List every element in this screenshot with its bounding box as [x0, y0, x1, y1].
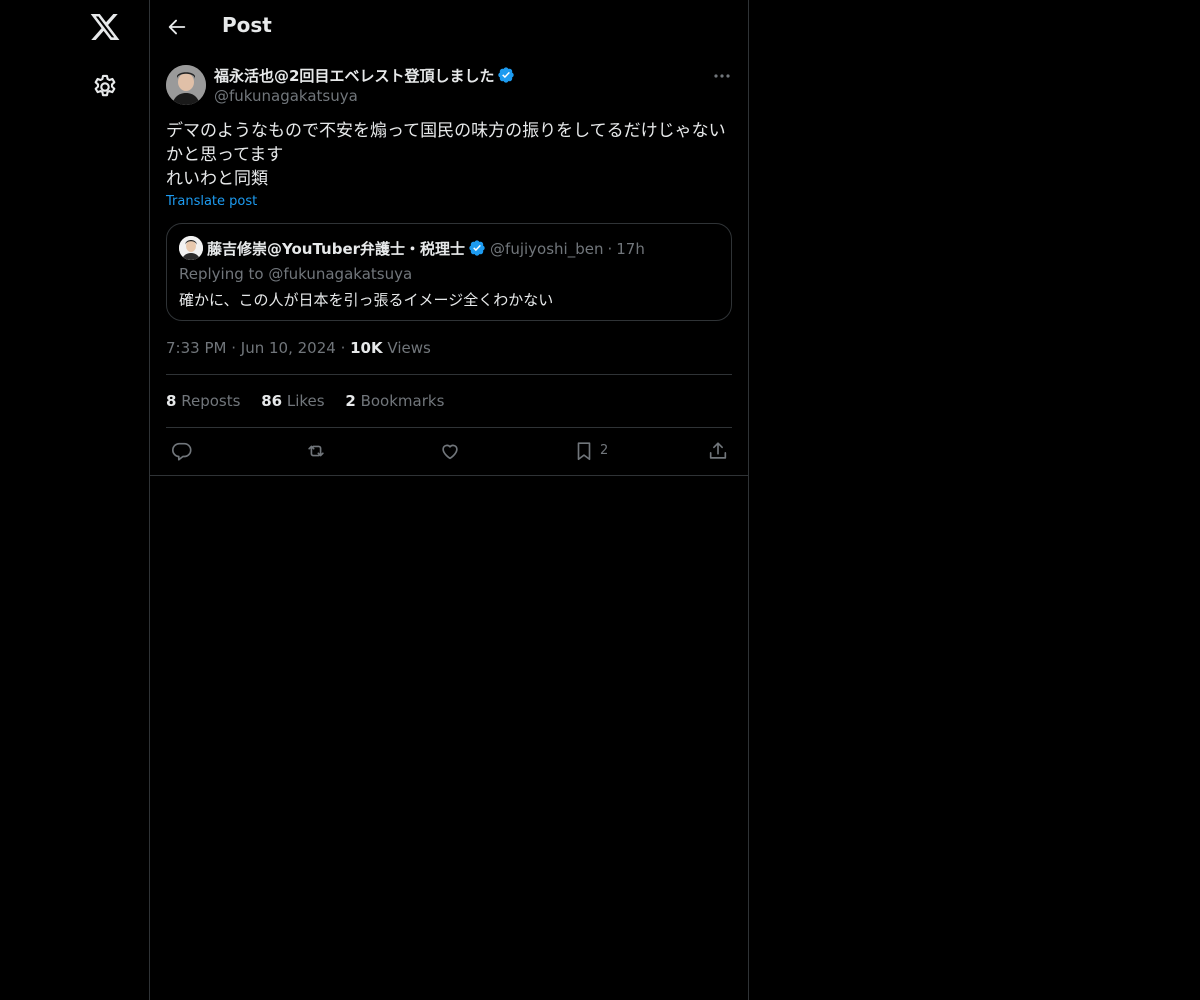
author-avatar[interactable]	[166, 65, 206, 105]
bookmarks-label: Bookmarks	[360, 392, 445, 410]
bookmark-count: 2	[600, 443, 609, 458]
views-count: 10K	[350, 339, 383, 357]
action-bar: 2	[150, 428, 748, 476]
post-text: デマのようなもので不安を煽って国民の味方の振りをしてるだけじゃないかと思ってます…	[166, 121, 726, 189]
bookmark-icon	[577, 442, 591, 461]
gear-icon[interactable]	[91, 73, 119, 101]
verified-badge-icon	[468, 239, 486, 261]
author-handle[interactable]: @fukunagakatsuya	[214, 87, 358, 105]
header: Post	[150, 0, 748, 54]
page-title: Post	[222, 13, 272, 37]
post-timestamp: 7:33 PM · Jun 10, 2024 · 10K Views	[166, 339, 431, 357]
views-label: Views	[387, 339, 431, 357]
post-date[interactable]: Jun 10, 2024	[241, 339, 336, 357]
divider	[166, 374, 732, 375]
post-time[interactable]: 7:33 PM	[166, 339, 226, 357]
bookmark-button[interactable]: 2	[573, 440, 613, 462]
quoted-post-text: 確かに、この人が日本を引っ張るイメージ全くわかない	[179, 291, 554, 309]
reply-icon[interactable]	[171, 440, 193, 462]
engagement-stats: 8 Reposts 86 Likes 2 Bookmarks	[166, 392, 460, 410]
sidebar	[0, 0, 149, 1000]
quoted-author-handle: @fujiyoshi_ben	[490, 240, 604, 258]
reposts-count: 8	[166, 392, 177, 410]
translate-post-link[interactable]: Translate post	[166, 194, 257, 209]
replying-to: Replying to @fukunagakatsuya	[179, 265, 413, 283]
x-logo-icon[interactable]	[89, 11, 121, 43]
bookmarks-stat[interactable]: 2 Bookmarks	[345, 392, 444, 410]
likes-label: Likes	[286, 392, 325, 410]
likes-count: 86	[261, 392, 283, 410]
share-icon[interactable]	[707, 440, 729, 462]
verified-badge-icon	[497, 66, 515, 88]
reposts-label: Reposts	[181, 392, 241, 410]
like-icon[interactable]	[439, 440, 461, 462]
author-name[interactable]: 福永活也@2回目エベレスト登頂しました	[214, 65, 515, 88]
quoted-post-age: 17h	[616, 240, 645, 258]
likes-stat[interactable]: 86 Likes	[261, 392, 324, 410]
separator-dot: ·	[231, 339, 241, 357]
quoted-post[interactable]: 藤吉修崇@YouTuber弁護士・税理士 @fujiyoshi_ben · 17h R…	[166, 223, 732, 321]
post-detail-column: Post 福永活也@2回目エベレスト登頂しました @fukunagakatsuy…	[149, 0, 749, 1000]
back-arrow-icon[interactable]	[166, 16, 188, 38]
repost-icon[interactable]	[305, 440, 327, 462]
separator-dot: ·	[607, 240, 613, 258]
bookmarks-count: 2	[345, 392, 356, 410]
quoted-author-avatar	[179, 236, 203, 260]
quoted-author-name: 藤吉修崇@YouTuber弁護士・税理士	[207, 240, 466, 258]
author-name-text[interactable]: 福永活也@2回目エベレスト登頂しました	[214, 67, 494, 85]
reposts-stat[interactable]: 8 Reposts	[166, 392, 240, 410]
quoted-post-header: 藤吉修崇@YouTuber弁護士・税理士 @fujiyoshi_ben · 17h	[207, 238, 645, 261]
more-options-icon[interactable]	[712, 67, 732, 85]
separator-dot: ·	[340, 339, 351, 357]
